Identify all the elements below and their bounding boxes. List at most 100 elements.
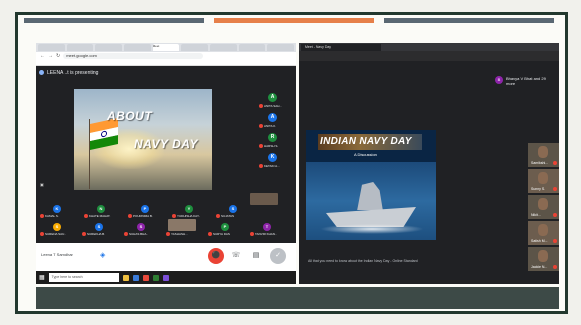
- browser-tab[interactable]: [238, 44, 266, 51]
- bookmarks-bar: [36, 60, 296, 66]
- accent-bars: [24, 18, 554, 23]
- browser-tab[interactable]: Meet: [152, 44, 180, 51]
- participant-name: YASHASH...: [171, 232, 188, 236]
- mic-off-icon: [40, 214, 44, 218]
- bottom-band: [36, 287, 559, 309]
- shared-slide: INDIAN NAVY DAY A Discussion: [306, 130, 436, 240]
- participant-video-tile: Satish M...: [528, 221, 559, 245]
- mic-off-icon: [172, 214, 176, 218]
- meeting-user-name: Leena T Samdhar: [41, 252, 73, 257]
- address-bar: ← → ↻ meet.google.com: [36, 52, 296, 60]
- browser-tab[interactable]: [210, 44, 237, 51]
- participant-tile: S SUREKHA B.: [82, 223, 122, 237]
- app-icon[interactable]: [152, 274, 159, 281]
- mic-off-icon: [553, 265, 557, 269]
- browser-tab[interactable]: [66, 44, 94, 51]
- url-field[interactable]: meet.google.com: [63, 53, 204, 59]
- right-meet-screenshot: Meet - Navy Day B Bhavya V Bhat and 29 m…: [299, 43, 559, 284]
- participant-name: SURYA DAS: [213, 232, 230, 236]
- slide-subtitle: A Discussion: [354, 152, 377, 157]
- chrome-icon[interactable]: [142, 274, 149, 281]
- participant-video-tile: [168, 219, 196, 231]
- participant-name: KHATE MAHAT.: [89, 214, 111, 218]
- browser-tab[interactable]: [124, 44, 151, 51]
- presenting-icon: [39, 70, 44, 75]
- mic-off-icon: [250, 232, 254, 236]
- mic-off-button[interactable]: ⚫: [208, 248, 224, 264]
- back-icon[interactable]: ←: [40, 53, 45, 59]
- participant-video-tile: Jackie N...: [528, 247, 559, 271]
- participant-avatar: A: [268, 113, 277, 122]
- participant-avatar: T: [263, 223, 271, 231]
- mic-off-icon: [553, 161, 557, 165]
- participant-avatar: N: [97, 205, 105, 213]
- captions-button[interactable]: ▤: [248, 248, 264, 264]
- forward-icon[interactable]: →: [48, 53, 53, 59]
- slide-caption: All that you need to know about the Indi…: [308, 259, 418, 263]
- mic-off-icon: [124, 232, 128, 236]
- participant-video-tile: Nikit...: [528, 195, 559, 219]
- participant-name: HARSH S.: [264, 144, 279, 148]
- windows-start-icon[interactable]: ▦: [39, 274, 45, 281]
- mic-off-icon: [40, 232, 44, 236]
- participant-grid-row-2: S SURENA SAU.. S SUREKHA B. S SUHAS BHA.. YASH…: [40, 223, 292, 237]
- participant-avatar: K: [268, 153, 277, 162]
- browser-tabstrip: Meet - Navy Day: [299, 43, 559, 51]
- participant-avatar: S: [137, 223, 145, 231]
- participant-tile: P SURYA DAS: [208, 223, 248, 237]
- participant-avatar: S: [95, 223, 103, 231]
- present-now-button[interactable]: ✓: [270, 248, 286, 264]
- ship-wake: [320, 224, 424, 234]
- participant-name: Nikit...: [531, 213, 541, 217]
- participant-name: ANITA K.: [264, 124, 277, 128]
- participant-tile: K KAMAL S.: [40, 205, 80, 219]
- browser-tabstrip: Meet: [36, 43, 296, 52]
- mic-off-icon: [216, 214, 220, 218]
- participant-face: [538, 172, 548, 184]
- participant-video-tile: Sunny S.: [528, 169, 559, 193]
- participant-avatar: P: [221, 223, 229, 231]
- participant-face: [538, 198, 548, 210]
- accent-bar-center: [214, 18, 374, 23]
- participant-avatar: R: [268, 133, 277, 142]
- self-view-label: ▣: [40, 182, 44, 187]
- participant-face: [538, 146, 548, 158]
- windows-taskbar: ▦ Type here to search: [36, 271, 296, 284]
- mic-off-icon: [553, 187, 557, 191]
- participant-name: Jackie N...: [531, 265, 548, 269]
- edge-icon[interactable]: [132, 274, 139, 281]
- slide-title: INDIAN NAVY DAY: [320, 136, 412, 147]
- browser-tab[interactable]: [38, 44, 65, 51]
- participant-tile: Y YUDHISHA KAY..: [172, 205, 212, 219]
- presenter-label: Bhavya V Bhat and 29 more: [506, 76, 546, 86]
- app-icon[interactable]: [162, 274, 169, 281]
- mic-off-icon: [259, 164, 263, 168]
- participant-tile: S SUHAS BHA..: [124, 223, 164, 237]
- taskbar-search-box[interactable]: Type here to search: [48, 273, 119, 282]
- participant-face: [538, 250, 548, 262]
- browser-tab[interactable]: [181, 44, 209, 51]
- mic-off-icon: [82, 232, 86, 236]
- mic-off-icon: [128, 214, 132, 218]
- browser-toolbar: [299, 51, 559, 61]
- file-explorer-icon[interactable]: [122, 274, 129, 281]
- browser-tab[interactable]: [95, 44, 123, 51]
- participant-tile: A ANITA K.: [258, 113, 292, 131]
- accent-bar-left: [24, 18, 204, 23]
- participant-name: KAMAL S.: [45, 214, 59, 218]
- participant-tile: N KHATE MAHAT.: [84, 205, 124, 219]
- mic-off-icon: [84, 214, 88, 218]
- shield-icon[interactable]: ◈: [100, 251, 105, 259]
- slide-title-line1: ABOUT: [107, 109, 153, 123]
- participant-avatar: K: [53, 205, 61, 213]
- reload-icon[interactable]: ↻: [56, 53, 60, 59]
- participant-tile: A ANITA SAH...: [258, 93, 292, 111]
- end-call-button[interactable]: ☏: [228, 248, 244, 264]
- browser-tab[interactable]: Meet - Navy Day: [301, 43, 381, 51]
- participant-name: SURENA SAU..: [45, 232, 67, 236]
- presenter-avatar: B: [495, 76, 503, 84]
- shared-slide: ABOUT NAVY DAY: [74, 89, 212, 190]
- left-meet-screenshot: Meet ← → ↻ meet.google.com LEENA ..t is …: [36, 43, 296, 284]
- mic-off-icon: [259, 124, 263, 128]
- browser-tab[interactable]: [267, 44, 295, 51]
